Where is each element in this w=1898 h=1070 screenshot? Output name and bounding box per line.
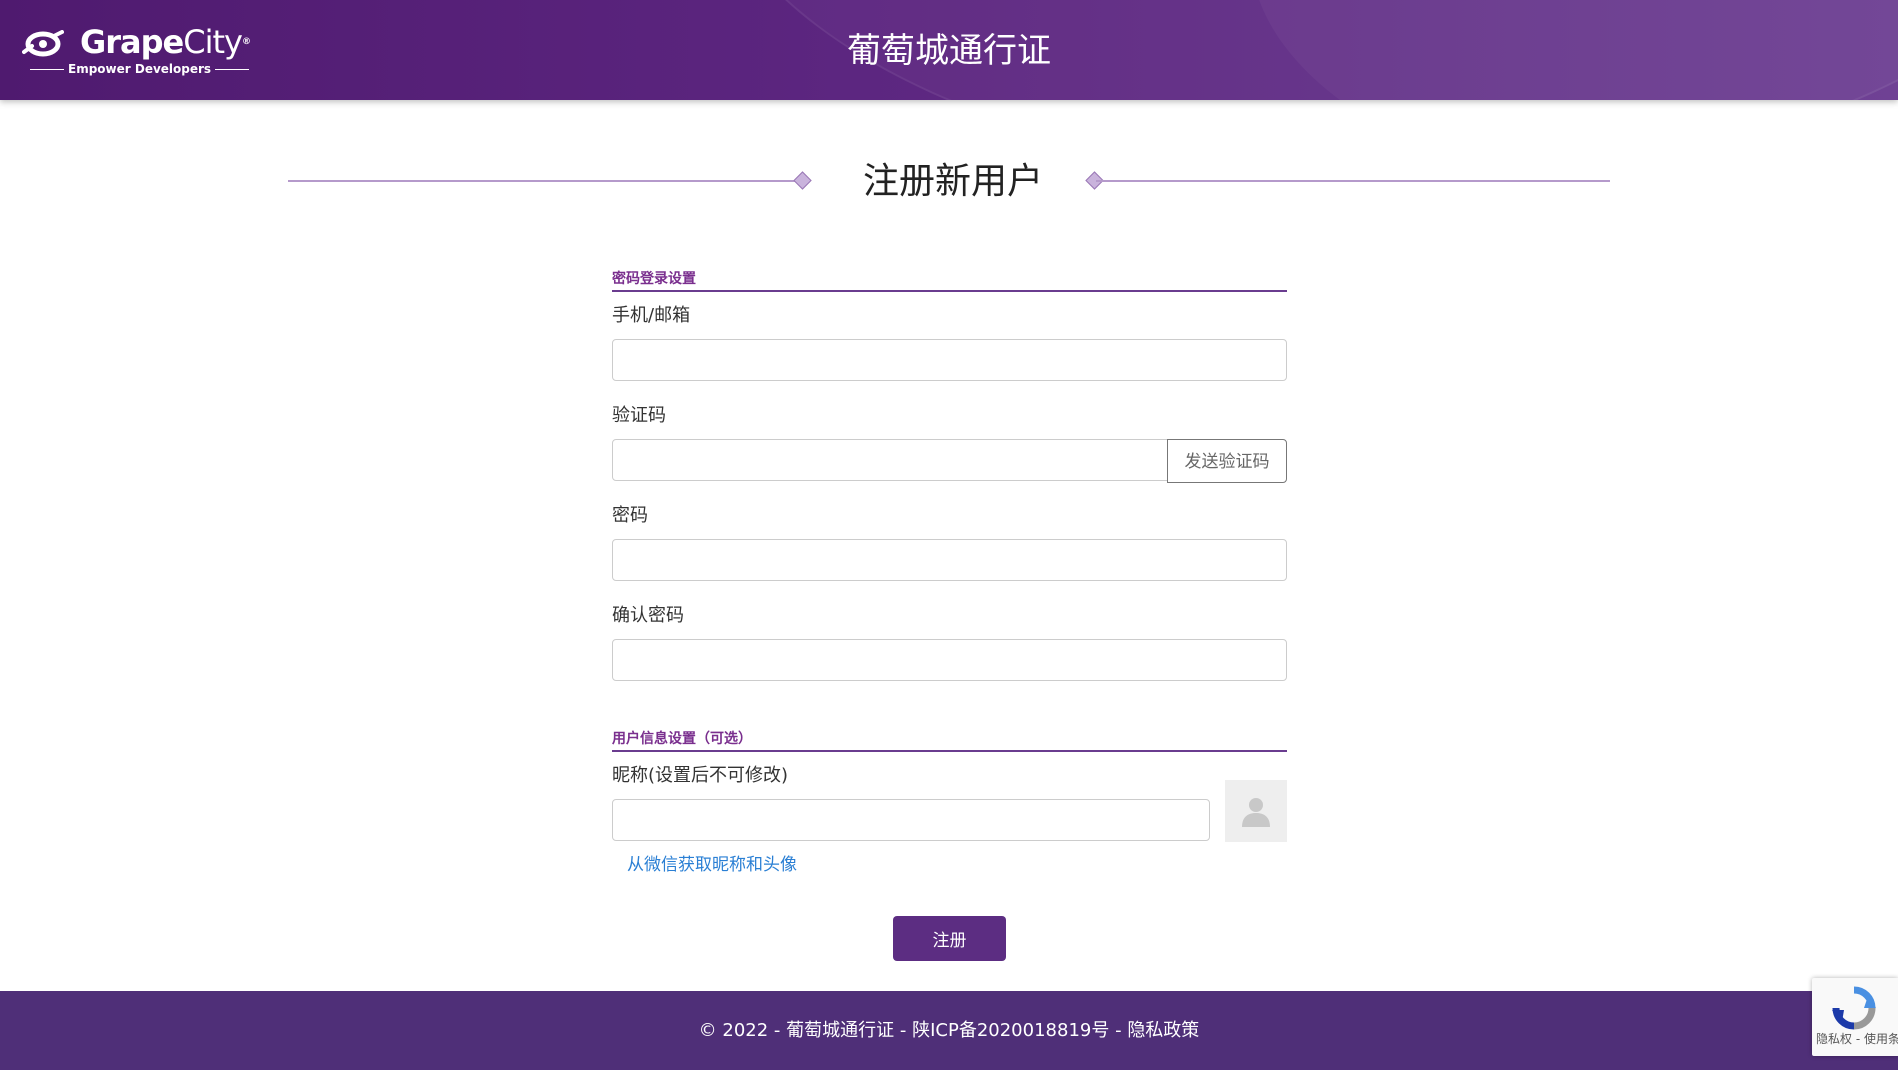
page-title-banner: 注册新用户: [288, 158, 1610, 208]
recaptcha-terms[interactable]: 隐私权 - 使用条款: [1816, 1032, 1898, 1046]
register-button[interactable]: 注册: [893, 916, 1006, 961]
phone-email-label: 手机/邮箱: [612, 305, 691, 326]
confirm-password-label: 确认密码: [612, 605, 684, 626]
section-header-profile: 用户信息设置（可选）: [612, 730, 1287, 752]
top-header: GrapeCity® Empower Developers 葡萄城通行证: [0, 0, 1898, 100]
send-code-button[interactable]: 发送验证码: [1167, 439, 1287, 483]
footer-icp-link[interactable]: 陕ICP备2020018819号: [912, 1020, 1109, 1041]
nickname-input[interactable]: [612, 799, 1210, 841]
code-label: 验证码: [612, 405, 666, 426]
recaptcha-badge[interactable]: 隐私权 - 使用条款: [1812, 978, 1898, 1056]
password-label: 密码: [612, 505, 648, 526]
avatar[interactable]: [1225, 780, 1287, 842]
section-header-login: 密码登录设置: [612, 270, 1287, 292]
recaptcha-icon: [1832, 986, 1876, 1030]
password-input[interactable]: [612, 539, 1287, 581]
confirm-password-input[interactable]: [612, 639, 1287, 681]
footer-privacy-link[interactable]: 隐私政策: [1127, 1020, 1199, 1041]
decorative-rule: [1096, 180, 1610, 182]
footer: © 2022 - 葡萄城通行证 - 陕ICP备2020018819号 - 隐私政…: [0, 991, 1898, 1070]
user-placeholder-icon: [1242, 798, 1270, 827]
footer-copyright: © 2022 - 葡萄城通行证 -: [698, 1020, 913, 1041]
nickname-label: 昵称(设置后不可修改): [612, 765, 789, 786]
footer-separator: -: [1109, 1020, 1128, 1041]
wechat-profile-link[interactable]: 从微信获取昵称和头像: [627, 853, 797, 877]
phone-email-input[interactable]: [612, 339, 1287, 381]
verification-code-input[interactable]: [612, 439, 1168, 481]
diamond-ornament: [793, 171, 812, 190]
decorative-rule: [288, 180, 798, 182]
page-title: 注册新用户: [862, 161, 1043, 202]
header-title: 葡萄城通行证: [847, 31, 1051, 71]
